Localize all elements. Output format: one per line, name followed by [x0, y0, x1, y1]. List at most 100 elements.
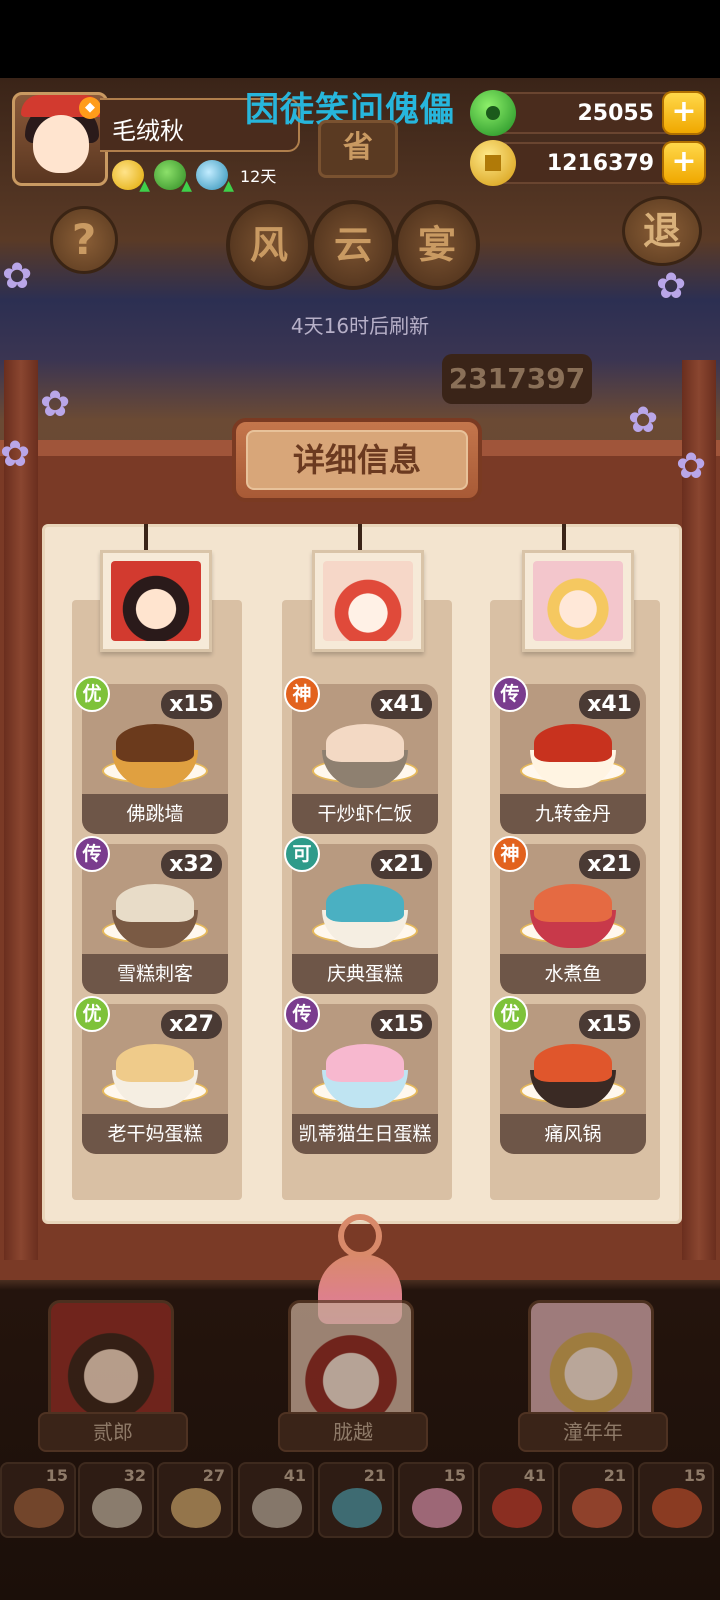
flame-icon: ◆	[79, 97, 101, 119]
dish-name: 水煮鱼	[500, 954, 646, 994]
dish-count: x15	[371, 1010, 432, 1039]
coin-buff-icon	[112, 160, 150, 194]
add-coin-button[interactable]: +	[662, 141, 706, 185]
dish-slot[interactable]: 21	[318, 1462, 394, 1538]
character-portrait-3[interactable]	[522, 550, 634, 652]
dish-slot-count: 15	[45, 1466, 68, 1485]
dish-slot[interactable]: 27	[157, 1462, 233, 1538]
rarity-badge: 传	[492, 676, 528, 712]
dish-slot-count: 21	[363, 1466, 386, 1485]
dish-card[interactable]: 传 x15 凯蒂猫生日蛋糕	[284, 996, 438, 1154]
dish-card[interactable]: 神 x21 水煮鱼	[492, 836, 646, 994]
coin-value: 1216379	[546, 151, 654, 176]
dish-image	[310, 716, 420, 788]
dish-count: x15	[161, 690, 222, 719]
sign-char-3: 宴	[394, 200, 480, 290]
dish-image	[310, 1036, 420, 1108]
dish-slot-count: 41	[283, 1466, 306, 1485]
flower-icon	[2, 256, 36, 297]
dish-card[interactable]: 传 x32 雪糕刺客	[74, 836, 228, 994]
dish-card[interactable]: 传 x41 九转金丹	[492, 676, 646, 834]
right-post	[682, 360, 716, 1260]
dish-card[interactable]: 可 x21 庆典蛋糕	[284, 836, 438, 994]
dish-food	[116, 724, 194, 762]
dish-name: 老干妈蛋糕	[82, 1114, 228, 1154]
character-tab-1[interactable]: 贰郎	[38, 1300, 188, 1456]
character-name: 潼年年	[518, 1412, 668, 1452]
refresh-timer: 4天16时后刷新	[290, 314, 430, 338]
coin-icon	[470, 140, 516, 186]
dish-image	[518, 1036, 628, 1108]
help-button[interactable]: ?	[50, 206, 118, 274]
character-portrait-1[interactable]	[100, 550, 212, 652]
add-jade-button[interactable]: +	[662, 91, 706, 135]
dish-name: 九转金丹	[500, 794, 646, 834]
dish-name: 雪糕刺客	[82, 954, 228, 994]
dish-card[interactable]: 优 x15 痛风锅	[492, 996, 646, 1154]
dish-slot-image	[92, 1488, 142, 1528]
character-card	[288, 1300, 414, 1424]
exit-button[interactable]: 退	[622, 196, 702, 266]
player-name: 毛绒秋	[112, 117, 184, 145]
dish-count: x21	[371, 850, 432, 879]
dish-slot-count: 27	[202, 1466, 225, 1485]
dish-food	[326, 884, 404, 922]
jade-counter: 25055 +	[470, 90, 706, 136]
dish-count: x32	[161, 850, 222, 879]
dish-card[interactable]: 优 x27 老干妈蛋糕	[74, 996, 228, 1154]
dish-name: 痛风锅	[500, 1114, 646, 1154]
character-tab-2[interactable]: 胧越	[278, 1300, 428, 1456]
dish-image	[518, 876, 628, 948]
rarity-badge: 神	[492, 836, 528, 872]
dish-slot[interactable]: 15	[398, 1462, 474, 1538]
game-screen: ◆ 毛绒秋 因徒笑问傀儡 12天 25055 + 1216379 + 省 ? 退…	[0, 0, 720, 1600]
character-card	[528, 1300, 654, 1424]
dish-card[interactable]: 优 x15 佛跳墙	[74, 676, 228, 834]
portrait-image	[533, 561, 623, 641]
portrait-image	[111, 561, 201, 641]
buff-row[interactable]: 12天	[112, 160, 276, 194]
detail-header-inner: 详细信息	[246, 430, 468, 490]
province-plaque: 省	[318, 120, 398, 178]
dish-slot[interactable]: 15	[638, 1462, 714, 1538]
dish-strip: 15 32 27 41 21 15 41 21 15	[0, 1462, 720, 1542]
character-name: 胧越	[278, 1412, 428, 1452]
rarity-badge: 优	[492, 996, 528, 1032]
portrait-image	[323, 561, 413, 641]
avatar-face	[33, 115, 89, 173]
dish-image	[100, 876, 210, 948]
jade-buff-icon	[154, 160, 192, 194]
detail-title: 详细信息	[292, 441, 421, 479]
dish-count: x27	[161, 1010, 222, 1039]
flower-icon	[0, 434, 34, 475]
dish-count: x15	[579, 1010, 640, 1039]
dish-name: 佛跳墙	[82, 794, 228, 834]
dish-slot-image	[14, 1488, 64, 1528]
dish-slot-image	[252, 1488, 302, 1528]
dish-count: x41	[579, 690, 640, 719]
character-portrait-2[interactable]	[312, 550, 424, 652]
flower-icon	[656, 266, 690, 307]
dish-slot[interactable]: 41	[238, 1462, 314, 1538]
dish-slot[interactable]: 15	[0, 1462, 76, 1538]
dish-slot[interactable]: 32	[78, 1462, 154, 1538]
dish-slot[interactable]: 41	[478, 1462, 554, 1538]
player-avatar[interactable]: ◆	[12, 92, 108, 186]
score-tag: 2317397	[442, 354, 592, 404]
dish-name: 干炒虾仁饭	[292, 794, 438, 834]
dish-food	[326, 724, 404, 762]
dish-name: 凯蒂猫生日蛋糕	[292, 1114, 438, 1154]
dish-slot-count: 15	[443, 1466, 466, 1485]
character-card	[48, 1300, 174, 1424]
dish-name: 庆典蛋糕	[292, 954, 438, 994]
rarity-badge: 神	[284, 676, 320, 712]
dish-slot-image	[652, 1488, 702, 1528]
rarity-badge: 可	[284, 836, 320, 872]
dish-slot-count: 15	[683, 1466, 706, 1485]
character-tab-3[interactable]: 潼年年	[518, 1300, 668, 1456]
dish-image	[100, 1036, 210, 1108]
dish-image	[100, 716, 210, 788]
dish-slot[interactable]: 21	[558, 1462, 634, 1538]
dish-slot-image	[412, 1488, 462, 1528]
dish-card[interactable]: 神 x41 干炒虾仁饭	[284, 676, 438, 834]
